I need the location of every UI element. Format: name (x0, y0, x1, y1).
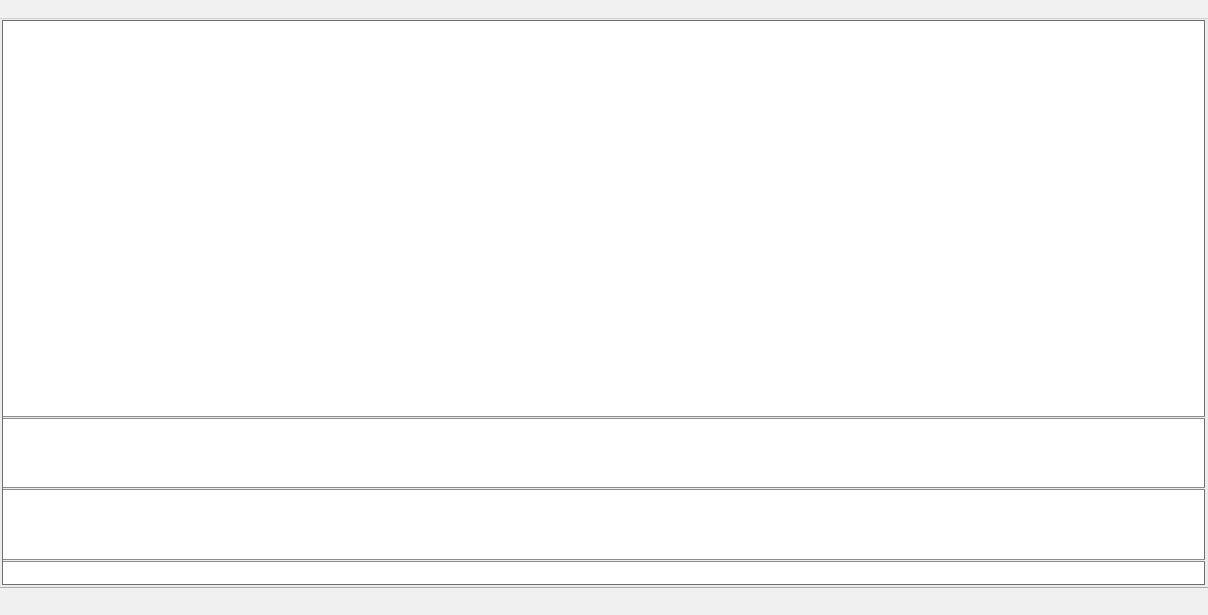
trading-app-screen (0, 0, 1208, 615)
pane-divider-rsi[interactable] (3, 487, 1205, 490)
chart-title (12, 26, 24, 38)
pane-divider-dates (3, 559, 1205, 562)
pane-divider-macd[interactable] (3, 416, 1205, 419)
symbol-tab-bar (0, 587, 1208, 615)
chart-canvas[interactable] (0, 0, 1208, 587)
